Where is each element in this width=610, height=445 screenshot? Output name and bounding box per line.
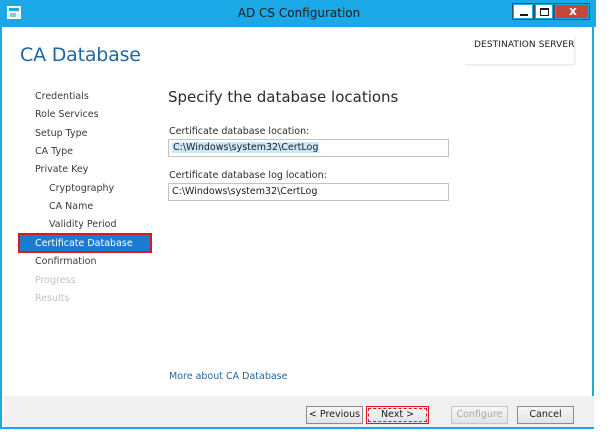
section-title: Specify the database locations: [168, 88, 399, 106]
destination-server-label: DESTINATION SERVER: [474, 40, 575, 50]
close-button[interactable]: x: [554, 3, 590, 20]
previous-button[interactable]: < Previous: [306, 406, 363, 424]
maximize-button[interactable]: [534, 3, 554, 20]
nav-item-validity-period[interactable]: Validity Period: [49, 219, 117, 230]
db-log-location-input[interactable]: C:\Windows\system32\CertLog: [168, 183, 449, 201]
db-location-value: C:\Windows\system32\CertLog: [172, 142, 320, 153]
window-title: AD CS Configuration: [237, 6, 361, 20]
nav-item-cryptography[interactable]: Cryptography: [49, 183, 114, 194]
nav-item-credentials[interactable]: Credentials: [35, 91, 89, 102]
db-log-location-label: Certificate database log location:: [169, 170, 327, 181]
db-location-input[interactable]: C:\Windows\system32\CertLog: [168, 139, 449, 157]
nav-item-setup-type[interactable]: Setup Type: [35, 128, 88, 139]
nav-item-role-services[interactable]: Role Services: [35, 109, 99, 120]
more-about-ca-database-link[interactable]: More about CA Database: [169, 371, 287, 382]
nav-item-results: Results: [35, 293, 70, 304]
minimize-button[interactable]: [512, 3, 534, 20]
db-location-label: Certificate database location:: [169, 126, 310, 137]
ad-cs-configuration-window: AD CS Configuration x CA Database DESTIN…: [0, 0, 596, 429]
nav-item-certificate-database-label: Certificate Database: [35, 238, 133, 249]
title-bar[interactable]: AD CS Configuration x: [2, 0, 596, 27]
nav-item-ca-type[interactable]: CA Type: [35, 146, 73, 157]
page-title: CA Database: [20, 44, 141, 66]
cancel-button[interactable]: Cancel: [517, 406, 574, 424]
nav-item-confirmation[interactable]: Confirmation: [35, 256, 96, 267]
nav-item-private-key[interactable]: Private Key: [35, 164, 88, 175]
close-icon: x: [569, 4, 577, 18]
minimize-icon: [520, 14, 528, 16]
maximize-icon: [540, 8, 549, 16]
nav-item-progress: Progress: [35, 275, 76, 286]
configure-button[interactable]: Configure: [451, 406, 508, 424]
next-button[interactable]: Next >: [366, 406, 429, 424]
nav-item-ca-name[interactable]: CA Name: [49, 201, 93, 212]
db-log-location-value: C:\Windows\system32\CertLog: [172, 186, 318, 197]
